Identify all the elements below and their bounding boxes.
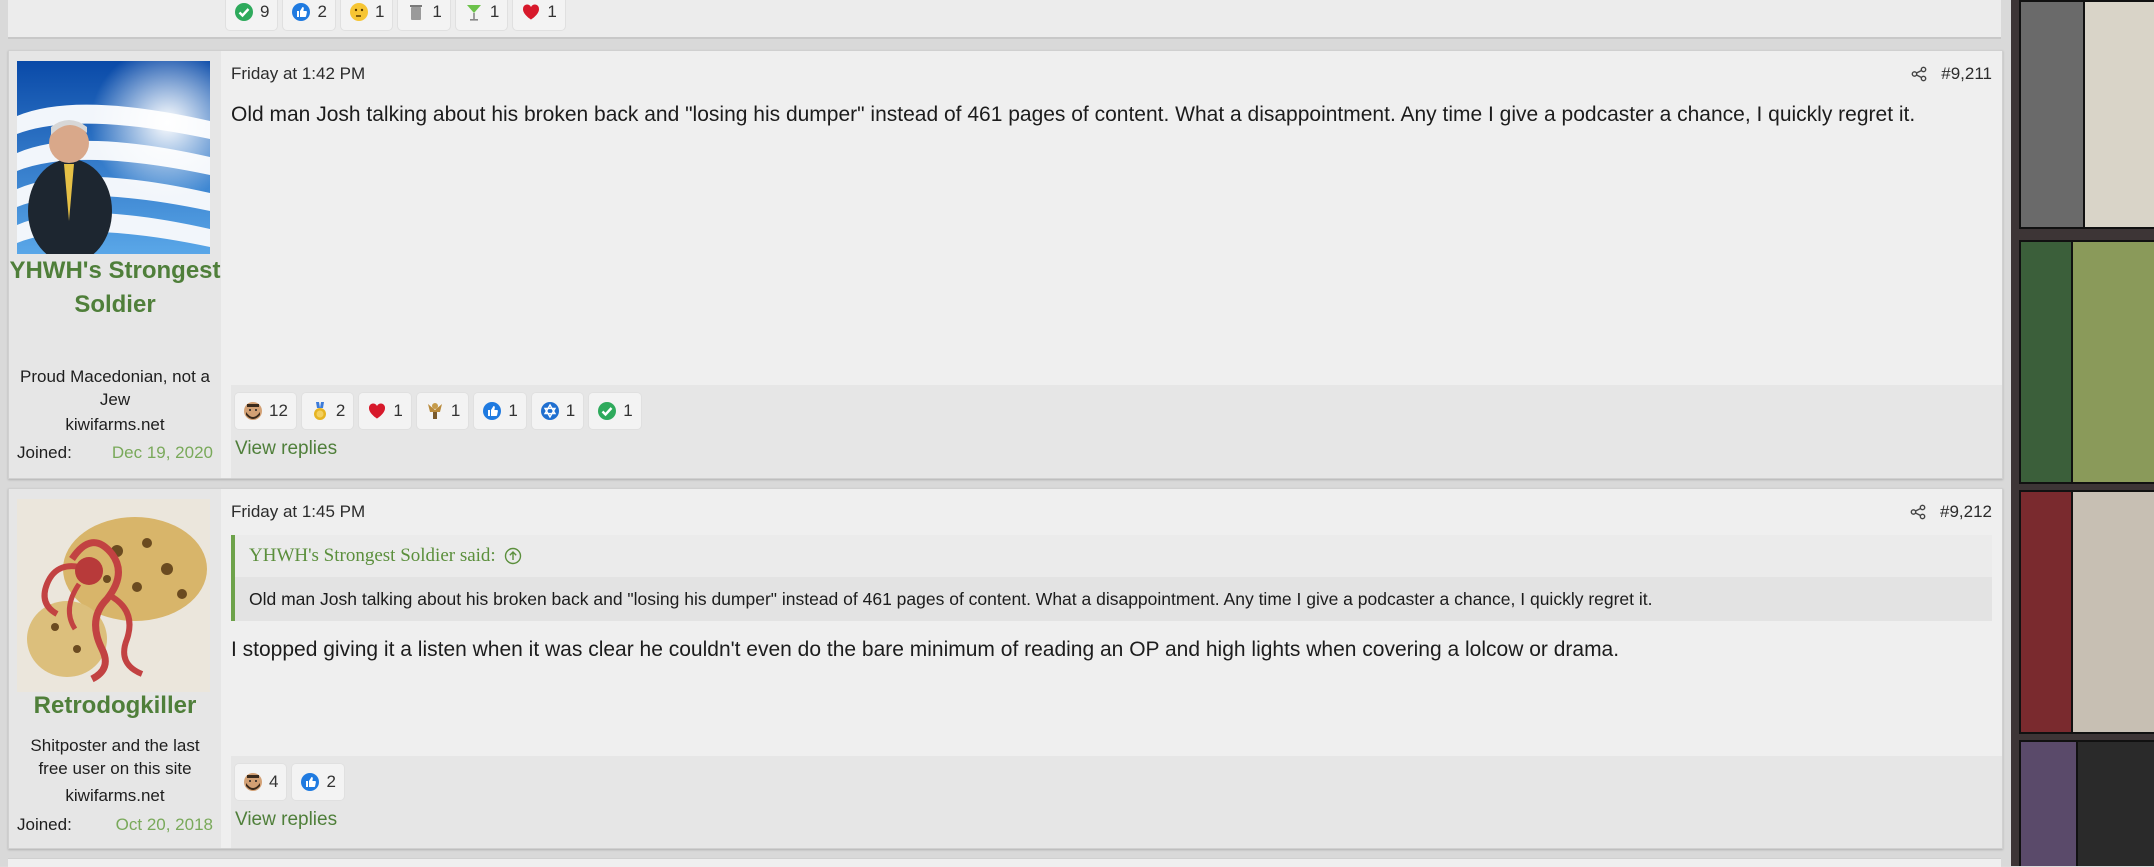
quote-block: YHWH's Strongest Soldier said: Old man J… bbox=[231, 535, 1992, 621]
avatar[interactable] bbox=[17, 61, 210, 254]
reaction-thumbs-up[interactable]: 2 bbox=[283, 0, 335, 30]
star-of-david-icon bbox=[540, 402, 559, 420]
quote-text: Old man Josh talking about his broken ba… bbox=[235, 577, 1992, 621]
heart-icon bbox=[369, 403, 386, 419]
check-icon bbox=[235, 3, 253, 21]
post-body: Old man Josh talking about his broken ba… bbox=[231, 103, 1916, 126]
reaction-heart[interactable]: 1 bbox=[359, 393, 411, 429]
post: YHWH's Strongest Soldier Proud Macedonia… bbox=[8, 50, 2003, 479]
user-info: Retrodogkiller Shitposter and the last f… bbox=[9, 489, 221, 848]
joined-row: Joined: Dec 19, 2020 bbox=[17, 443, 213, 463]
winner-figure-icon bbox=[427, 403, 442, 419]
reaction-check[interactable]: 9 bbox=[226, 0, 278, 30]
reaction-thumbs-up[interactable]: 2 bbox=[292, 764, 344, 800]
reaction-cocktail[interactable]: 1 bbox=[455, 0, 508, 30]
previous-post-footer: 9 2 1 1 1 1 bbox=[8, 0, 2001, 39]
avatar-image bbox=[17, 61, 210, 254]
reaction-count: 1 bbox=[547, 2, 557, 21]
quote-author: YHWH's Strongest Soldier said: bbox=[249, 545, 496, 566]
reaction-check[interactable]: 1 bbox=[589, 393, 641, 429]
reaction-count: 1 bbox=[374, 2, 385, 21]
heart-icon bbox=[523, 4, 540, 20]
user-title: Proud Macedonian, not a Jew bbox=[20, 367, 210, 409]
joined-label: Joined: bbox=[17, 815, 72, 834]
share-icon[interactable] bbox=[1911, 66, 1927, 82]
thumbs-up-icon bbox=[292, 3, 311, 21]
reaction-count: 1 bbox=[393, 401, 403, 420]
background-comic-strip bbox=[2011, 0, 2154, 866]
user-banner: kiwifarms.net bbox=[65, 786, 165, 805]
reaction-count: 2 bbox=[335, 401, 346, 420]
reaction-count: 2 bbox=[326, 772, 336, 791]
reaction-count: 2 bbox=[317, 2, 327, 21]
post-meta: #9,211 bbox=[1911, 64, 1992, 84]
view-replies-link[interactable]: View replies bbox=[235, 438, 337, 460]
joined-date: Dec 19, 2020 bbox=[111, 443, 213, 462]
post-number-link[interactable]: #9,212 bbox=[1940, 502, 1992, 522]
post-footer: 12 2 1 1 1 1 1 View replies bbox=[231, 385, 2002, 478]
reaction-count: 1 bbox=[508, 401, 518, 420]
reaction-count: 1 bbox=[565, 401, 576, 420]
bearded-face-icon bbox=[244, 402, 262, 420]
reaction-count: 12 bbox=[269, 401, 288, 420]
user-info: YHWH's Strongest Soldier Proud Macedonia… bbox=[9, 51, 221, 478]
thinking-face-icon bbox=[349, 3, 368, 21]
reaction-count: 1 bbox=[450, 401, 461, 420]
reaction-bar: 4 2 bbox=[235, 764, 344, 800]
thumbs-up-icon bbox=[483, 402, 502, 420]
arrow-up-circle-icon[interactable] bbox=[504, 547, 522, 565]
username[interactable]: YHWH's Strongest Soldier bbox=[9, 254, 221, 322]
reaction-star-of-david[interactable]: 1 bbox=[531, 393, 584, 429]
reaction-heart[interactable]: 1 bbox=[513, 0, 565, 30]
post-meta: #9,212 bbox=[1910, 502, 1992, 522]
reaction-bar: 12 2 1 1 1 1 1 bbox=[235, 393, 641, 429]
post-date-link[interactable]: Friday at 1:45 PM bbox=[231, 502, 365, 522]
post-date-link[interactable]: Friday at 1:42 PM bbox=[231, 64, 365, 84]
avatar[interactable] bbox=[17, 499, 210, 692]
reaction-winner[interactable]: 1 bbox=[416, 393, 469, 429]
trash-can-icon bbox=[410, 5, 423, 20]
user-title: Shitposter and the last free user on thi… bbox=[30, 736, 200, 778]
share-icon[interactable] bbox=[1910, 504, 1926, 520]
reaction-count: 9 bbox=[260, 2, 270, 21]
gold-medal-icon bbox=[313, 402, 326, 420]
joined-label: Joined: bbox=[17, 443, 72, 462]
cocktail-glass-icon bbox=[466, 5, 481, 21]
bearded-face-icon bbox=[244, 773, 262, 791]
reaction-medal[interactable]: 2 bbox=[301, 393, 354, 429]
check-icon bbox=[598, 402, 617, 420]
reaction-trash[interactable]: 1 bbox=[398, 0, 450, 30]
reaction-count: 1 bbox=[489, 2, 500, 21]
reaction-bearded-face[interactable]: 4 bbox=[235, 764, 287, 800]
reaction-thumbs-up[interactable]: 1 bbox=[474, 393, 526, 429]
reaction-count: 4 bbox=[269, 772, 279, 791]
reaction-bar: 9 2 1 1 1 1 bbox=[226, 0, 565, 30]
reaction-count: 1 bbox=[432, 2, 442, 21]
quote-header[interactable]: YHWH's Strongest Soldier said: bbox=[235, 535, 1992, 577]
message-column: Friday at 1:42 PM #9,211 Old man Josh ta… bbox=[231, 51, 2002, 478]
thread-page: 9 2 1 1 1 1 YHWH's Strongest Soldier Pro… bbox=[0, 0, 2011, 867]
reaction-bearded-face[interactable]: 12 bbox=[235, 393, 296, 429]
message-column: Friday at 1:45 PM #9,212 YHWH's Stronges… bbox=[231, 489, 2002, 848]
post-body: I stopped giving it a listen when it was… bbox=[231, 638, 1620, 661]
reaction-thinking[interactable]: 1 bbox=[340, 0, 393, 30]
view-replies-link[interactable]: View replies bbox=[235, 809, 337, 831]
joined-row: Joined: Oct 20, 2018 bbox=[17, 815, 213, 835]
user-banner: kiwifarms.net bbox=[65, 415, 165, 434]
username[interactable]: Retrodogkiller bbox=[9, 689, 221, 723]
thumbs-up-icon bbox=[301, 773, 320, 791]
post-footer: 4 2 View replies bbox=[231, 756, 2002, 848]
joined-date: Oct 20, 2018 bbox=[115, 815, 213, 834]
reaction-count: 1 bbox=[623, 401, 633, 420]
avatar-image bbox=[17, 499, 210, 692]
post: Retrodogkiller Shitposter and the last f… bbox=[8, 488, 2003, 849]
post-number-link[interactable]: #9,211 bbox=[1941, 64, 1992, 84]
